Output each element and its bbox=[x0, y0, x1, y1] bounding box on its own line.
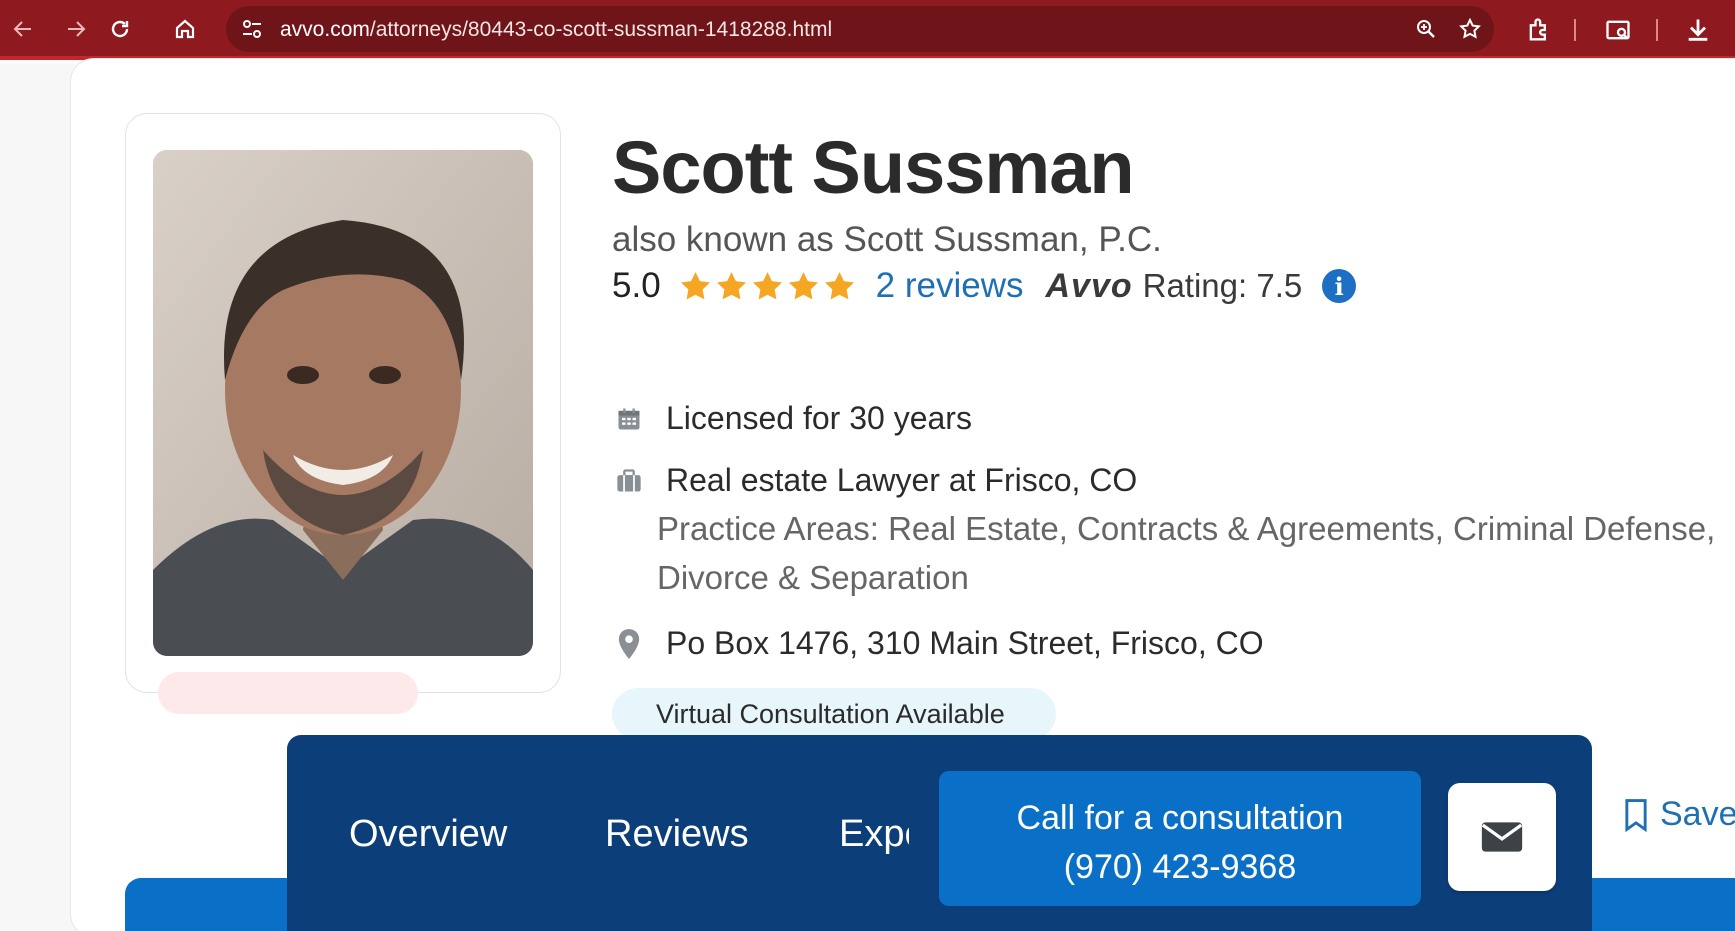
aka-text: also known as Scott Sussman, P.C. bbox=[612, 220, 1162, 259]
tab-reviews[interactable]: Reviews bbox=[605, 813, 749, 856]
virtual-consultation-text: Virtual Consultation Available bbox=[656, 698, 1005, 729]
licensed-text: Licensed for 30 years bbox=[666, 400, 972, 436]
briefcase-icon bbox=[612, 464, 646, 498]
address-text: Po Box 1476, 310 Main Street, Frisco, CO bbox=[666, 625, 1264, 661]
star-icon bbox=[788, 271, 818, 299]
rating-row: 5.0 2 reviews Avvo Rating: 7.5 i bbox=[612, 264, 1357, 308]
reload-icon bbox=[111, 20, 129, 38]
tab-experience[interactable]: Experience bbox=[839, 813, 909, 856]
toolbar-divider bbox=[1574, 19, 1576, 41]
reload-button[interactable] bbox=[102, 11, 138, 47]
info-icon[interactable]: i bbox=[1322, 269, 1357, 303]
practice-areas: Practice Areas: Real Estate, Contracts &… bbox=[657, 510, 1716, 596]
virtual-consultation-badge: Virtual Consultation Available bbox=[612, 688, 1056, 740]
sticky-contact-bar: Overview Reviews Experience Call for a c… bbox=[287, 735, 1592, 931]
message-button[interactable] bbox=[1448, 783, 1556, 891]
url-text: avvo.com/attorneys/80443-co-scott-sussma… bbox=[280, 18, 833, 41]
envelope-icon bbox=[1481, 822, 1523, 852]
avvo-rating: Rating: 7.5 bbox=[1142, 267, 1303, 304]
back-button[interactable] bbox=[5, 11, 41, 47]
back-arrow-icon bbox=[13, 21, 31, 37]
attorney-photo bbox=[153, 150, 533, 656]
extensions-icon[interactable] bbox=[1525, 16, 1553, 44]
star-icon bbox=[824, 271, 854, 299]
rating-score: 5.0 bbox=[612, 266, 661, 305]
toolbar-divider bbox=[1656, 19, 1658, 41]
site-info-icon[interactable] bbox=[240, 17, 264, 41]
bookmark-star-icon[interactable] bbox=[1458, 17, 1482, 41]
tab-overview[interactable]: Overview bbox=[349, 813, 507, 856]
location-pin-icon bbox=[612, 627, 646, 661]
star-rating bbox=[679, 270, 856, 303]
phone-number: (970) 423-9368 bbox=[1063, 848, 1297, 886]
forward-arrow-icon bbox=[68, 21, 86, 37]
photo-frame bbox=[125, 113, 561, 693]
role-row: Real estate Lawyer at Frisco, CO bbox=[612, 462, 1137, 499]
star-icon bbox=[680, 271, 710, 299]
calendar-icon bbox=[612, 402, 646, 436]
forward-button[interactable] bbox=[58, 11, 94, 47]
home-button[interactable] bbox=[167, 11, 203, 47]
tab-experience-clip: Experience bbox=[839, 813, 909, 861]
licensed-row: Licensed for 30 years bbox=[612, 400, 972, 437]
tab-search-icon[interactable] bbox=[1604, 16, 1632, 44]
browser-toolbar: avvo.com/attorneys/80443-co-scott-sussma… bbox=[0, 0, 1735, 60]
photo-badge bbox=[158, 672, 418, 714]
download-icon[interactable] bbox=[1684, 16, 1712, 44]
reviews-link[interactable]: 2 reviews bbox=[876, 266, 1024, 306]
star-icon bbox=[752, 271, 782, 299]
save-label: Save bbox=[1660, 795, 1735, 833]
zoom-icon[interactable] bbox=[1414, 17, 1438, 41]
save-button[interactable]: Save bbox=[1622, 795, 1735, 834]
call-label: Call for a consultation bbox=[1016, 799, 1344, 837]
bookmark-icon bbox=[1625, 798, 1647, 832]
star-icon bbox=[716, 271, 746, 299]
address-row: Po Box 1476, 310 Main Street, Frisco, CO bbox=[612, 625, 1264, 662]
role-text: Real estate Lawyer at Frisco, CO bbox=[666, 462, 1138, 498]
attorney-name: Scott Sussman bbox=[612, 126, 1135, 209]
call-consultation-button[interactable]: Call for a consultation (970) 423-9368 bbox=[939, 771, 1421, 906]
home-icon bbox=[175, 19, 195, 39]
address-bar[interactable]: avvo.com/attorneys/80443-co-scott-sussma… bbox=[226, 6, 1494, 52]
avvo-logo: Avvo bbox=[1045, 266, 1133, 305]
